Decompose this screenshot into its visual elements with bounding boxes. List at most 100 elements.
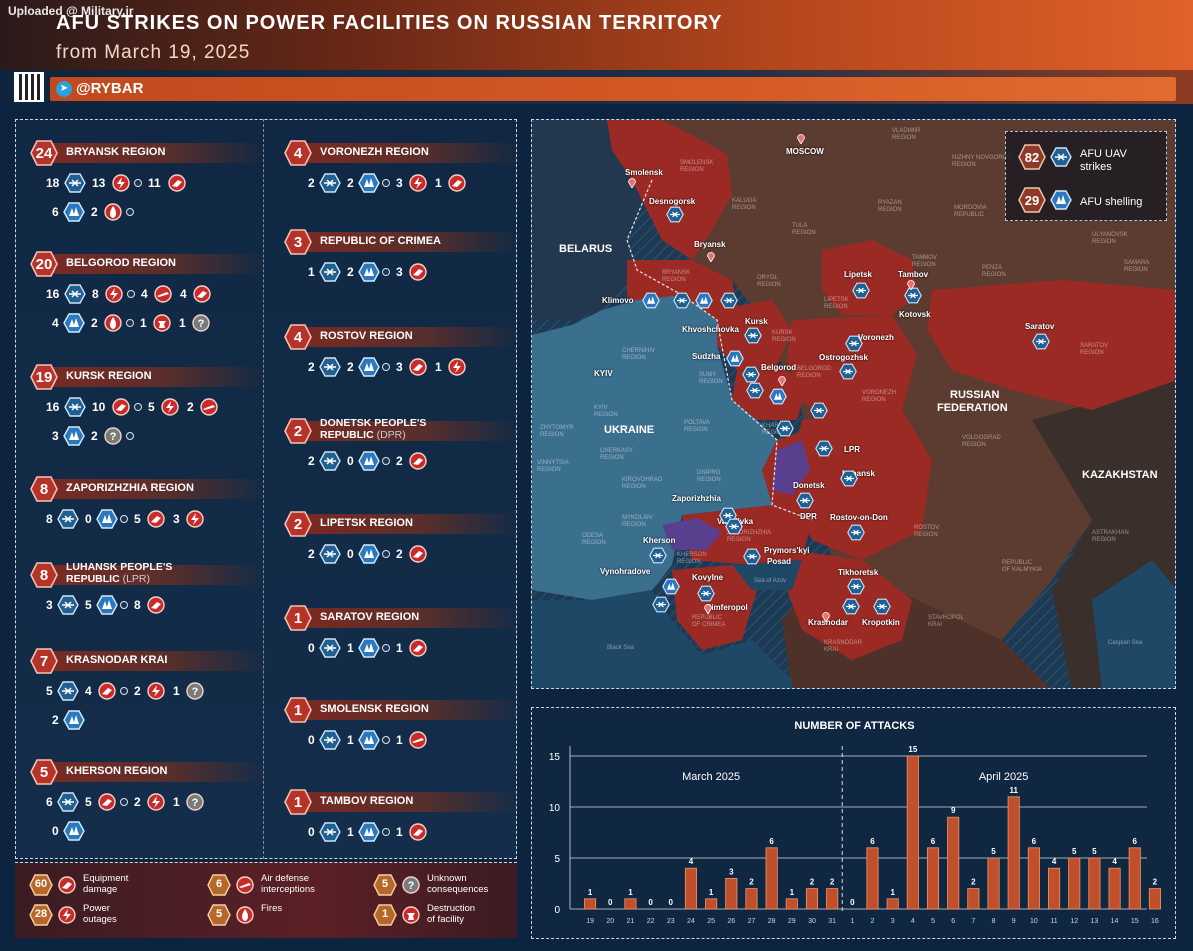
equipment-damage-icon [145, 509, 167, 529]
region-name: TAMBOV REGION [320, 795, 414, 807]
uav-icon [1050, 147, 1072, 167]
shelling-icon [63, 202, 85, 222]
region-map-label: KRAI [928, 622, 943, 628]
stat-count: 1 [347, 825, 354, 839]
stat-count: 0 [52, 824, 59, 838]
region-name: ZAPORIZHZHIA REGION [66, 482, 194, 494]
legend-value-badge: 60 [29, 874, 53, 896]
destruction-icon [151, 313, 173, 333]
page-title: AFU STRIKES ON POWER FACILITIES ON RUSSI… [56, 12, 723, 34]
region-total: 1 [293, 610, 303, 627]
uav-drone-icon [319, 822, 341, 842]
x-tick-label: 21 [627, 918, 635, 925]
air-defense-icon [407, 730, 429, 750]
uav-strike-marker-icon [796, 492, 814, 509]
uav-strike-marker-icon [840, 470, 858, 487]
region-map-label: REGION [757, 282, 781, 288]
uav-strike-marker-icon [842, 598, 860, 615]
city-label: Zaporizhzhia [672, 494, 721, 503]
shelling-icon [358, 638, 380, 658]
shelling-total-badge: 29 [1018, 187, 1046, 213]
legend-value: 28 [34, 908, 48, 920]
legend-value-badge: 5 [207, 904, 231, 926]
city-label: Posad [767, 557, 792, 566]
stat-count: 1 [347, 733, 354, 747]
region-header: 19 KURSK REGION [30, 364, 270, 390]
bar-value-label: 6 [1133, 837, 1138, 846]
city-label: Lipetsk [844, 270, 873, 279]
bar-value-label: 5 [1072, 847, 1077, 856]
stat-count: 1 [396, 825, 403, 839]
region-map-label: VOLGOGRAD [962, 435, 1001, 441]
region-name: SARATOV REGION [320, 611, 420, 623]
legend-value: 6 [215, 878, 223, 890]
region-total-badge: 20 [30, 251, 58, 277]
uav-strike-marker-icon [725, 518, 743, 535]
stat-count: 1 [173, 684, 180, 698]
uav-legend-label: AFU UAV strikes [1080, 148, 1127, 174]
region-map-label: REGION [622, 484, 646, 490]
y-tick-label: 0 [554, 905, 560, 916]
separator-dot [134, 179, 142, 187]
region-map-label: REGION [862, 397, 886, 403]
svg-text:?: ? [192, 797, 199, 809]
region-abbr: (LPR) [122, 573, 151, 585]
region-map-label: VLADIMIR [892, 128, 921, 134]
city-pin-icon [704, 604, 712, 614]
uav-strike-marker-icon [652, 596, 670, 613]
legend-line1: Destruction [427, 903, 476, 914]
x-tick-label: 6 [951, 918, 955, 925]
city-label: Voronezh [858, 333, 894, 342]
stat-count: 2 [396, 547, 403, 561]
shelling-legend-label: AFU shelling [1080, 196, 1143, 208]
city-pin-icon [822, 612, 830, 622]
stat-count: 6 [46, 795, 53, 809]
equipment-damage-icon [96, 792, 118, 812]
fire-icon [234, 905, 256, 925]
equipment-damage-icon [407, 638, 429, 658]
svg-text:?: ? [408, 880, 415, 892]
stats-row: 4 2 1 1? [52, 313, 272, 333]
region-map-label: TULA [792, 223, 808, 229]
region-total: 24 [35, 145, 53, 162]
uav-drone-icon [57, 792, 79, 812]
legend-line2: outages [83, 913, 117, 925]
x-tick-label: 23 [667, 918, 675, 925]
region-map-label: SARATOV [1080, 343, 1109, 349]
stat-count: 18 [46, 176, 60, 190]
city-label: Tikhoretsk [838, 568, 879, 577]
region-header: 5 KHERSON REGION [30, 759, 270, 785]
x-tick-label: 24 [687, 918, 695, 925]
stats-row: 5 4 2 1? [46, 681, 266, 701]
uav-strike-marker-icon [742, 366, 760, 383]
x-tick-label: 5 [931, 918, 935, 925]
region-header: 3 REPUBLIC OF CRIMEA [284, 229, 524, 255]
bar-value-label: 1 [588, 888, 593, 897]
bar [684, 867, 697, 910]
legend-value: 1 [381, 908, 389, 920]
region-total-badge: 7 [30, 648, 58, 674]
shelling-icon [1050, 190, 1072, 210]
city-label: Desnogorsk [649, 197, 696, 206]
separator-dot [382, 736, 390, 744]
power-outage-icon [407, 173, 429, 193]
bar-value-label: 1 [790, 888, 795, 897]
region-map-label: RYAZAN [878, 200, 902, 206]
city-label: Prymors'kyi [764, 546, 810, 555]
city-pin-icon [797, 134, 805, 144]
legend-text: Power outages [83, 903, 117, 925]
region-map-label: REGION [797, 373, 821, 379]
uav-strike-marker-icon [666, 206, 684, 223]
region-map-label: REGION [1080, 350, 1104, 356]
shelling-total-value: 29 [1024, 193, 1040, 208]
power-outage-icon [145, 792, 167, 812]
region-name: REPUBLIC OF CRIMEA [320, 235, 441, 247]
uav-strike-marker-icon [776, 420, 794, 437]
shelling-marker-icon [662, 578, 680, 595]
city-label: Belgorod [761, 363, 797, 372]
stats-row: 8 0 5 3 [46, 509, 266, 529]
region-total-badge: 1 [284, 789, 312, 815]
region-header: 2 LIPETSK REGION [284, 511, 524, 537]
stat-count: 8 [92, 287, 99, 301]
stat-count: 8 [46, 512, 53, 526]
